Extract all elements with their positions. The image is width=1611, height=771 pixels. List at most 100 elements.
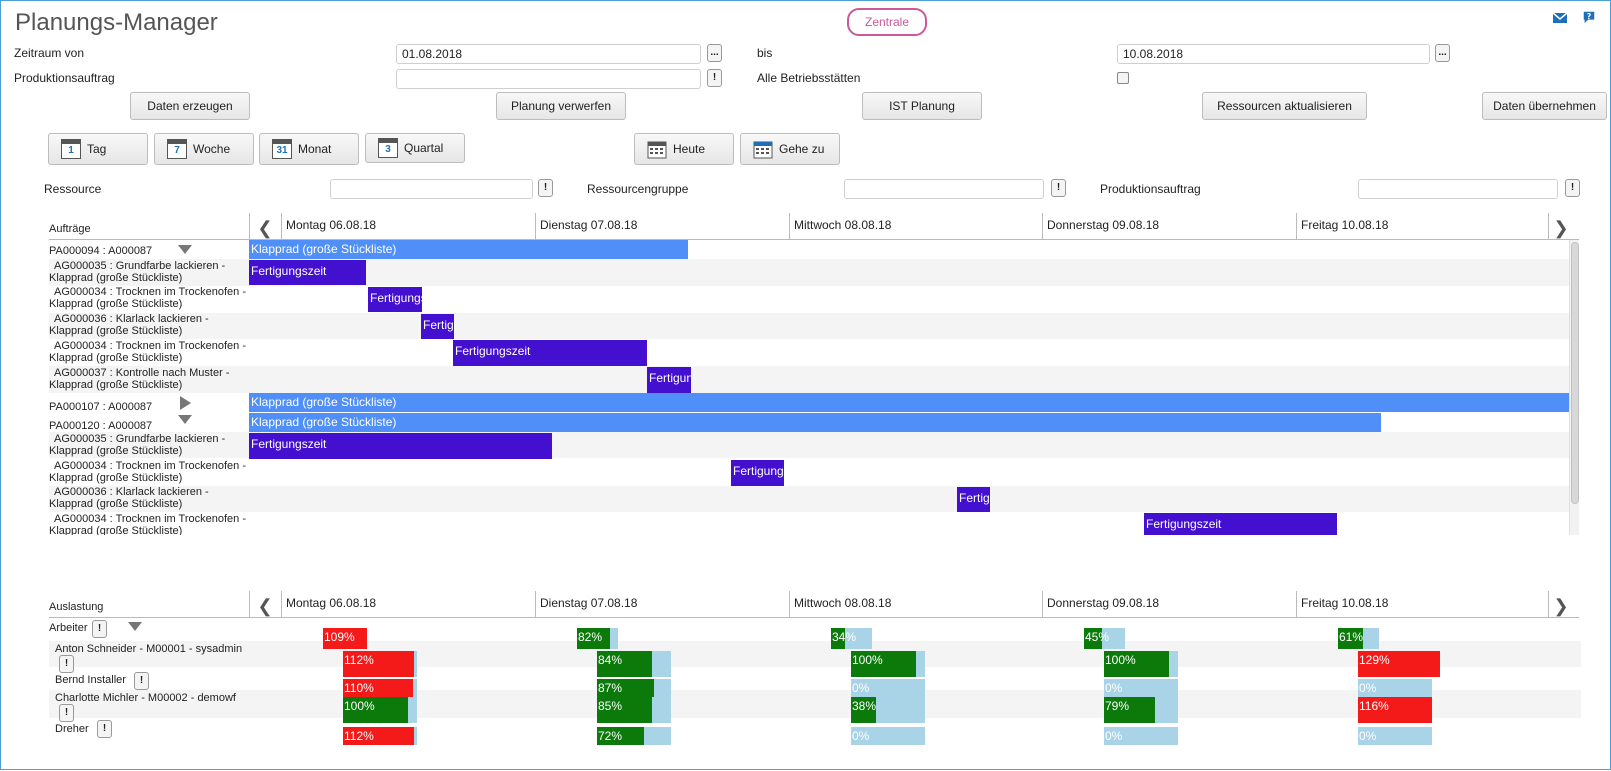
view-monat-button[interactable]: 31 Monat: [259, 133, 359, 165]
util-row: [49, 690, 1581, 718]
gantt-prev-icon[interactable]: ❮: [254, 217, 276, 239]
util-value-bar[interactable]: 0%: [1358, 679, 1376, 697]
operation-bar[interactable]: Fertigungszeit: [421, 314, 454, 339]
operation-bar[interactable]: Fertigungszeit: [731, 460, 784, 486]
ressource-info-button[interactable]: !: [538, 179, 553, 197]
gantt-row-label: AG000034 : Trocknen im Trockenofen -: [54, 340, 246, 352]
ressourcengruppe-label: Ressourcengruppe: [587, 182, 689, 196]
util-row-info-button[interactable]: !: [134, 672, 149, 690]
daten-erzeugen-button[interactable]: Daten erzeugen: [130, 92, 250, 120]
util-value-bar[interactable]: 116%: [1358, 697, 1432, 723]
util-value-bar[interactable]: 112%: [343, 727, 415, 745]
ressource-field[interactable]: [330, 179, 533, 199]
util-value-bar[interactable]: 79%: [1104, 697, 1156, 723]
util-value-bar[interactable]: 0%: [1104, 727, 1122, 745]
gantt-scrollbar[interactable]: [1569, 240, 1579, 535]
heute-button[interactable]: Heute: [634, 133, 734, 165]
view-woche-button[interactable]: 7 Woche: [154, 133, 254, 165]
util-row-info-button[interactable]: !: [92, 620, 107, 638]
date-to-field[interactable]: 10.08.2018: [1117, 44, 1430, 64]
order-bar[interactable]: Klapprad (große Stückliste): [249, 393, 1569, 412]
ressourcengruppe-field[interactable]: [844, 179, 1044, 199]
util-value-bar[interactable]: 84%: [597, 651, 652, 677]
ist-planung-button[interactable]: IST Planung: [862, 92, 982, 120]
util-value-bar[interactable]: 100%: [851, 651, 917, 677]
gantt-row-sublabel: Klapprad (große Stückliste): [49, 379, 183, 391]
util-next-icon[interactable]: ❯: [1550, 595, 1572, 617]
alle-betriebsstaetten-checkbox[interactable]: [1117, 72, 1129, 84]
util-value-bar[interactable]: 34%: [831, 628, 856, 649]
gantt-row: [49, 486, 1569, 512]
util-value-bar[interactable]: 129%: [1358, 651, 1441, 677]
date-from-field[interactable]: 01.08.2018: [396, 44, 701, 64]
ressourcengruppe-info-button[interactable]: !: [1051, 179, 1066, 197]
util-row-info-button[interactable]: !: [59, 655, 74, 673]
util-row-label: Arbeiter: [49, 622, 88, 634]
util-value-bar[interactable]: 0%: [1104, 679, 1122, 697]
gantt-header-label: Aufträge: [49, 223, 91, 235]
operation-bar[interactable]: Fertigungszeit: [249, 433, 552, 459]
util-value-bar[interactable]: 85%: [597, 697, 653, 723]
operation-bar[interactable]: Fertigungszeit: [647, 367, 691, 393]
planung-verwerfen-button[interactable]: Planung verwerfen: [496, 92, 626, 120]
util-value-bar[interactable]: 72%: [597, 727, 644, 745]
util-value-bar[interactable]: 0%: [851, 679, 869, 697]
ressource-label: Ressource: [44, 182, 102, 196]
company-badge[interactable]: Zentrale: [847, 8, 927, 36]
gantt-row-label: AG000036 : Klarlack lackieren -: [54, 486, 209, 498]
gantt-day-label: Dienstag 07.08.18: [540, 218, 638, 232]
util-row-info-button[interactable]: !: [59, 704, 74, 722]
produktionsauftrag-info-button[interactable]: !: [707, 69, 722, 87]
gantt-next-icon[interactable]: ❯: [1550, 217, 1572, 239]
util-day-label: Donnerstag 09.08.18: [1047, 596, 1160, 610]
gantt-row-sublabel: Klapprad (große Stückliste): [49, 445, 183, 457]
daten-uebernehmen-button[interactable]: Daten übernehmen: [1482, 92, 1607, 120]
util-value-bar[interactable]: 45%: [1084, 628, 1109, 649]
order-bar[interactable]: Klapprad (große Stückliste): [249, 413, 1381, 432]
operation-bar[interactable]: Fertigungszeit: [249, 260, 366, 285]
search-produktionsauftrag-info-button[interactable]: !: [1565, 179, 1580, 197]
alle-betriebsstaetten-label: Alle Betriebsstätten: [757, 71, 861, 85]
calendar-day-icon: 1: [61, 139, 81, 159]
util-value-bar[interactable]: 0%: [1358, 727, 1376, 745]
util-value-bar[interactable]: 109%: [323, 628, 368, 649]
util-value-bar[interactable]: 110%: [343, 679, 413, 697]
mail-icon[interactable]: [1552, 11, 1568, 25]
collapse-icon[interactable]: [178, 415, 192, 424]
util-prev-icon[interactable]: ❮: [254, 595, 276, 617]
collapse-icon[interactable]: [178, 245, 192, 254]
view-tag-button[interactable]: 1 Tag: [48, 133, 148, 165]
produktionsauftrag-field[interactable]: [396, 69, 701, 89]
gantt-day-label: Montag 06.08.18: [286, 218, 377, 232]
gantt-day-divider: [1042, 213, 1043, 239]
view-quartal-button[interactable]: 3 Quartal: [365, 133, 465, 163]
util-value-bar[interactable]: 0%: [851, 727, 869, 745]
help-icon[interactable]: ?: [1581, 10, 1597, 24]
util-value-bar[interactable]: 38%: [851, 697, 876, 723]
operation-bar[interactable]: Fertigungszeit: [368, 287, 422, 312]
util-value-bar[interactable]: 112%: [343, 651, 415, 677]
util-row-info-button[interactable]: !: [97, 720, 112, 738]
gehe-zu-button[interactable]: Gehe zu: [740, 133, 840, 165]
util-value-bar[interactable]: 61%: [1338, 628, 1363, 649]
date-from-picker-button[interactable]: ...: [707, 44, 722, 62]
ressourcen-aktualisieren-button[interactable]: Ressourcen aktualisieren: [1202, 92, 1367, 120]
util-value-bar[interactable]: 100%: [343, 697, 409, 723]
expand-icon[interactable]: [180, 396, 191, 410]
operation-bar[interactable]: Fertigungszeit: [957, 487, 990, 512]
collapse-icon[interactable]: [128, 622, 142, 631]
gantt-row-sublabel: Klapprad (große Stückliste): [49, 272, 183, 284]
gantt-row: [49, 313, 1569, 339]
search-produktionsauftrag-field[interactable]: [1358, 179, 1558, 199]
gantt-row-sublabel: Klapprad (große Stückliste): [49, 298, 183, 310]
page-title: Planungs-Manager: [15, 9, 218, 36]
util-value-bar[interactable]: 100%: [1104, 651, 1170, 677]
util-value-bar[interactable]: 87%: [597, 679, 654, 697]
gantt-scrollbar-thumb[interactable]: [1571, 242, 1579, 504]
util-value-bar[interactable]: 82%: [577, 628, 611, 649]
gantt-day-divider: [535, 213, 536, 239]
date-to-picker-button[interactable]: ...: [1435, 44, 1450, 62]
operation-bar[interactable]: Fertigungszeit: [1144, 513, 1337, 535]
operation-bar[interactable]: Fertigungszeit: [453, 340, 647, 366]
order-bar[interactable]: Klapprad (große Stückliste): [249, 240, 688, 259]
